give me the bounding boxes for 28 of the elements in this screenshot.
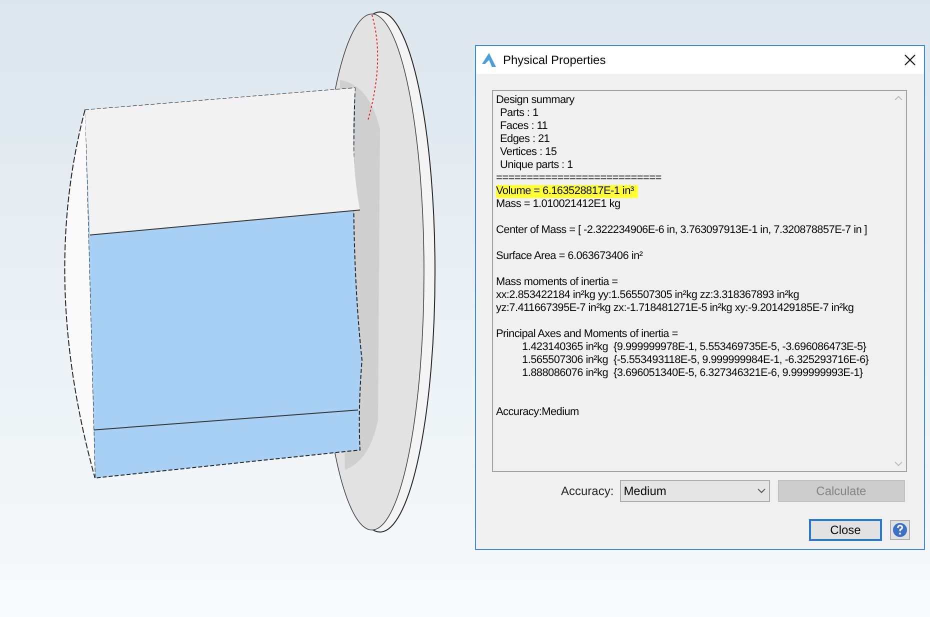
report-line: Faces : 11 [499, 120, 549, 133]
help-icon[interactable] [890, 520, 910, 540]
window-title: Physical Properties [503, 52, 606, 69]
report-line: Parts : 1 [499, 107, 540, 120]
report-line: =========================== [496, 172, 662, 185]
report-line: Mass moments of inertia = [496, 276, 619, 289]
report-line: yz:7.411667395E-7 in²kg zx:-1.718481271E-5 in²kg xy:-9.201429185E-7 in²kg [496, 302, 855, 315]
close-button[interactable]: Close [809, 519, 882, 541]
accuracy-dropdown[interactable]: Medium [620, 480, 770, 502]
report-line: Unique parts : 1 [499, 159, 574, 172]
report-line: Accuracy:Medium [496, 406, 580, 419]
report-line: 1.565507306 in²kg {-5.553493118E-5, 9.999999984E-1, -6.325293716E-6} [521, 354, 870, 367]
report-line: Mass = 1.010021412E1 kg [496, 198, 622, 211]
report-line: Vertices : 15 [499, 146, 558, 159]
close-icon[interactable] [904, 54, 916, 66]
report-line: Design summary [496, 94, 576, 107]
report-line: 1.888086076 in²kg {3.696051340E-5, 6.327346321E-6, 9.999999993E-1} [521, 367, 864, 380]
app-logo-icon [481, 52, 497, 68]
caret-icon [756, 488, 766, 494]
accuracy-label: Accuracy: [561, 483, 614, 500]
report-line: Center of Mass = [ -2.322234906E-6 in, 3.763097913E-1 in, 7.320878857E-7 in ] [496, 224, 868, 237]
report-line: Edges : 21 [499, 133, 551, 146]
scroll-down-icon[interactable] [894, 461, 902, 467]
report-line: Principal Axes and Moments of inertia = [496, 328, 679, 341]
scroll-up-icon[interactable] [894, 95, 902, 101]
report-line: Surface Area = 6.063673406 in² [496, 250, 644, 263]
report-line: xx:2.853422184 in²kg yy:1.565507305 in²kg zz:3.318367893 in²kg [496, 289, 800, 302]
report-line: 1.423140365 in²kg {9.999999978E-1, 5.553469735E-5, -3.696086473E-5} [521, 341, 868, 354]
